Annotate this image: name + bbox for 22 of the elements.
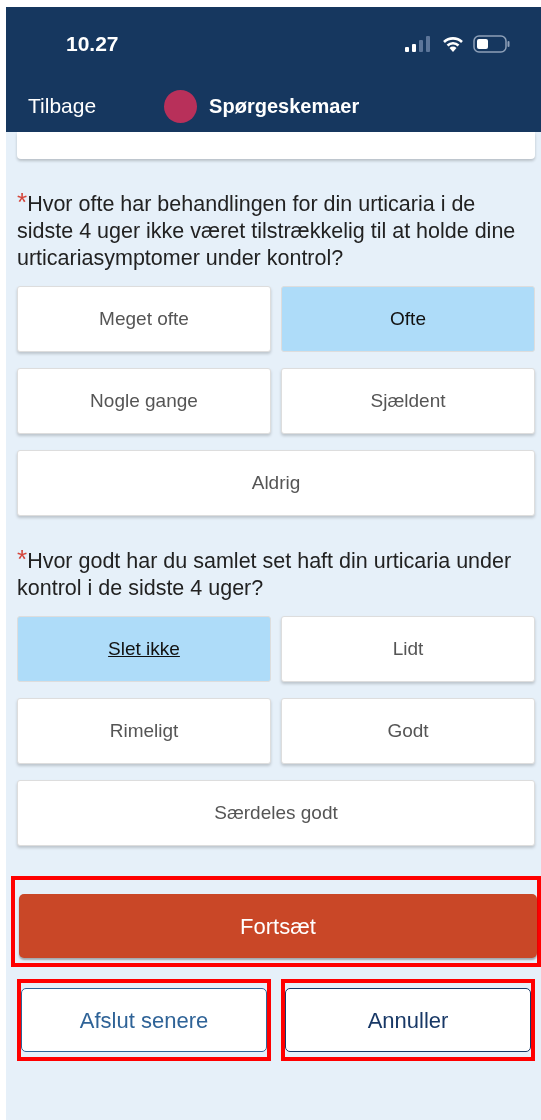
option-button[interactable]: Slet ikke <box>17 616 271 682</box>
option-button[interactable]: Godt <box>281 698 535 764</box>
status-time: 10.27 <box>66 30 119 57</box>
option-button[interactable]: Sjældent <box>281 368 535 434</box>
option-button[interactable]: Meget ofte <box>17 286 271 352</box>
option-button[interactable]: Nogle gange <box>17 368 271 434</box>
option-button[interactable]: Lidt <box>281 616 535 682</box>
nav-title: Spørgeskemaer <box>209 94 360 119</box>
continue-button[interactable]: Fortsæt <box>19 894 537 958</box>
back-link[interactable]: Tilbage <box>28 90 97 122</box>
finish-later-button[interactable]: Afslut senere <box>21 988 267 1052</box>
wifi-icon <box>441 34 465 53</box>
option-button[interactable]: Særdeles godt <box>17 780 535 846</box>
cancel-button[interactable]: Annuller <box>285 988 531 1052</box>
battery-icon <box>473 34 511 53</box>
signal-icon <box>405 35 433 52</box>
option-button[interactable]: Ofte <box>281 286 535 352</box>
question-text: *Hvor ofte har behandlingen for din urticaria i de sidste 4 uger ikke været tilstrækkelig til at holde dine urticariasymptomer under kontrol? <box>17 189 517 272</box>
option-button[interactable]: Rimeligt <box>17 698 271 764</box>
option-button[interactable]: Aldrig <box>17 450 535 516</box>
avatar-icon <box>164 89 198 123</box>
question-text: *Hvor godt har du samlet set haft din urticaria under kontrol i de sidste 4 uger? <box>17 546 513 602</box>
